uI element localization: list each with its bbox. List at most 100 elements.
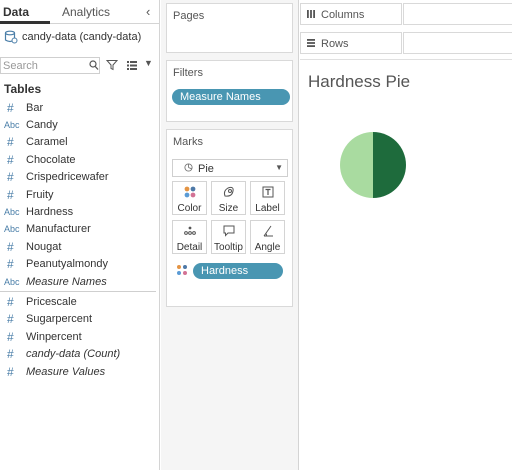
field-name: Manufacturer [26,223,91,236]
field-name: Crispedricewafer [26,171,109,184]
color-encoding-icon [176,264,188,279]
marks-title: Marks [173,136,203,148]
field-item[interactable]: # Sugarpercent [0,311,160,328]
pie-chart[interactable] [339,131,407,199]
rows-label: Rows [321,38,349,50]
chevron-down-icon: ▼ [275,163,283,172]
field-name: Nougat [26,240,62,253]
field-item[interactable]: # Winpercent [0,328,160,345]
mark-type-dropdown[interactable]: Pie ▼ [172,159,288,177]
field-item[interactable]: # Chocolate [0,151,160,168]
measure-icon: # [7,294,14,309]
search-row: Search ▼ [0,57,160,75]
field-item[interactable]: # Crispedricewafer [0,169,160,186]
field-list: # Bar Abc Candy # Caramel # Chocolate # Crispedri… [0,99,160,380]
measure-icon: # [7,347,14,362]
field-item[interactable]: Abc Manufacturer [0,221,160,238]
detail-button[interactable]: Detail [172,220,207,254]
measure-icon: # [7,100,14,115]
label-button[interactable]: Label [250,181,285,215]
tooltip-button[interactable]: Tooltip [211,220,246,254]
dimension-icon: Abc [4,120,20,131]
field-item[interactable]: # Measure Values [0,363,160,380]
tab-analytics[interactable]: Analytics [62,5,110,19]
pane-tabs: Data Analytics ‹ [0,0,160,24]
pages-card[interactable]: Pages [166,3,293,53]
field-name: Measure Names [26,275,107,288]
pie-mark-icon [184,163,193,175]
datasource-icon [4,30,18,44]
chevron-left-icon[interactable]: ‹ [146,4,150,19]
tooltip-button-label: Tooltip [214,242,243,253]
rows-shelf-label: Rows [300,32,402,54]
tables-heading: Tables [4,82,42,96]
filter-pill-measure-names[interactable]: Measure Names [172,89,290,105]
size-button[interactable]: Size [211,181,246,215]
field-name: Sugarpercent [26,313,93,326]
detail-button-label: Detail [176,242,203,253]
label-icon [251,185,284,199]
datasource-row[interactable]: candy-data (candy-data) [4,28,141,46]
label-button-label: Label [255,203,280,214]
field-name: Caramel [26,136,68,149]
columns-shelf: Columns [300,3,512,25]
tooltip-icon [212,224,245,238]
measure-icon: # [7,152,14,167]
angle-button[interactable]: Angle [250,220,285,254]
rows-drop-zone[interactable] [403,32,512,54]
measure-icon: # [7,135,14,150]
view-canvas: Hardness Pie [300,59,512,470]
columns-drop-zone[interactable] [403,3,512,25]
filters-card[interactable]: Filters Measure Names [166,60,293,122]
measure-icon: # [7,170,14,185]
field-item[interactable]: # Peanutyalmondy [0,256,160,273]
filter-icon[interactable] [105,59,119,74]
field-name: Bar [26,101,44,114]
marks-card: Marks Pie ▼ Color Size Label Detail Tool… [166,129,293,307]
pie-slice-dark[interactable] [373,132,406,198]
field-name: Measure Values [26,365,106,378]
field-item[interactable]: # Caramel [0,134,160,151]
measure-icon: # [7,239,14,254]
field-item[interactable]: # Pricescale [0,293,160,310]
field-item[interactable]: # Fruity [0,186,160,203]
tab-active-indicator [0,21,50,24]
field-item[interactable]: # candy-data (Count) [0,345,160,362]
search-input[interactable]: Search [0,57,100,74]
field-name: Winpercent [26,330,82,343]
cards-column: Pages Filters Measure Names Marks Pie ▼ … [161,0,299,470]
field-item[interactable]: Abc Candy [0,116,160,133]
list-view-icon[interactable] [126,59,138,74]
size-button-label: Size [218,203,239,214]
data-pane: Data Analytics ‹ candy-data (candy-data)… [0,0,160,470]
angle-button-label: Angle [254,242,281,253]
columns-icon [306,9,316,22]
pie-slice-light[interactable] [340,132,373,198]
tab-data[interactable]: Data [3,5,29,19]
field-item[interactable]: # Nougat [0,238,160,255]
color-button[interactable]: Color [172,181,207,215]
datasource-name: candy-data (candy-data) [22,31,142,43]
measure-icon: # [7,364,14,379]
search-placeholder: Search [3,60,38,72]
field-name: Chocolate [26,153,76,166]
filters-title: Filters [173,67,203,79]
field-name: Candy [26,119,58,132]
search-icon[interactable] [89,60,99,74]
color-icon [173,185,206,199]
color-button-label: Color [177,203,202,214]
field-name: Fruity [26,188,54,201]
dimension-icon: Abc [4,207,20,218]
angle-icon [251,224,284,238]
chevron-down-icon[interactable]: ▼ [144,58,153,68]
detail-icon [173,224,206,238]
marks-pill-hardness[interactable]: Hardness [193,263,283,279]
field-name: candy-data (Count) [26,348,121,361]
field-item[interactable]: # Bar [0,99,160,116]
mark-type-value: Pie [198,163,214,175]
dimension-icon: Abc [4,224,20,235]
field-item[interactable]: Abc Measure Names [0,273,160,290]
measure-icon: # [7,329,14,344]
columns-label: Columns [321,9,365,21]
field-item[interactable]: Abc Hardness [0,203,160,220]
